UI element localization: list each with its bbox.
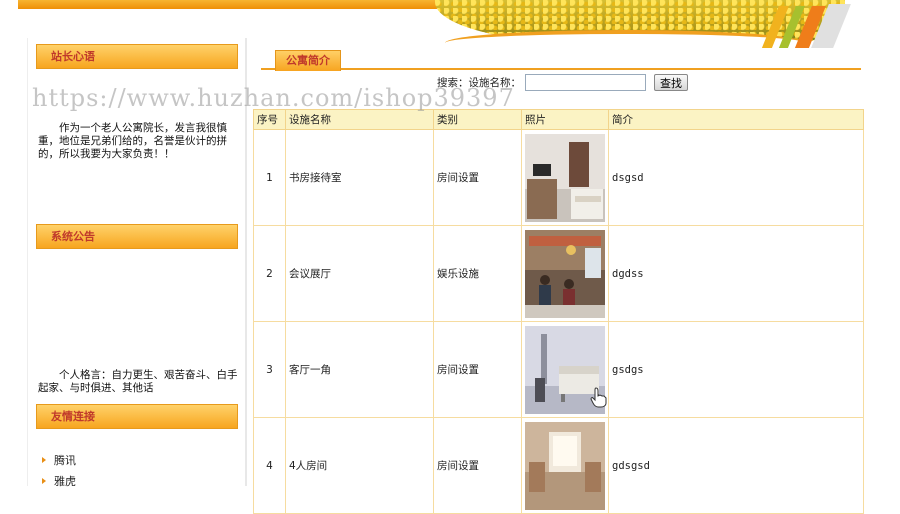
cell-name: 客厅一角 [285,321,434,418]
cell-intro: gdsgsd [608,417,864,514]
cell-name: 书房接待室 [285,129,434,226]
friend-link-tencent[interactable]: 腾讯 [42,450,232,471]
arrow-right-icon [42,457,46,463]
main-content: 公寓简介 搜索：设施名称： 查找 序号 设施名称 类别 照片 简介 1 书房接待… [250,46,864,514]
cell-name: 4人房间 [285,417,434,514]
sidebar-head-notice: 系统公告 [36,224,238,249]
table-header-row: 序号 设施名称 类别 照片 简介 [253,109,864,130]
photo-meeting-hall[interactable] [525,229,605,318]
col-header-photo: 照片 [521,109,609,130]
col-header-no: 序号 [253,109,286,130]
cell-category: 房间设置 [433,417,522,514]
cell-photo [521,417,609,514]
tab-apartment-intro[interactable]: 公寓简介 [275,50,341,71]
link-label: 雅虎 [54,475,76,488]
cell-intro: gsdgs [608,321,864,418]
search-button[interactable]: 查找 [654,73,688,91]
left-sidebar: 站长心语 作为一个老人公寓院长，发言我很慎重，地位是兄弟们给的，名誉是伙计的拼的… [27,38,247,488]
table-row[interactable]: 4 4人房间 房间设置 gdsgsd [253,417,864,514]
col-header-intro: 简介 [608,109,864,130]
search-input[interactable] [525,73,646,91]
cell-category: 房间设置 [433,321,522,418]
cell-no: 2 [253,225,286,322]
friend-link-yahoo[interactable]: 雅虎 [42,471,232,492]
photo-study-room[interactable] [525,133,605,222]
personal-motto: 个人格言：自力更生、艰苦奋斗、白手起家、与时俱进、其他话 [38,369,238,394]
search-bar: 搜索：设施名称： 查找 [437,72,688,92]
banner-stripe [18,0,438,9]
table-row[interactable]: 3 客厅一角 房间设置 gsdgs [253,321,864,418]
director-message: 作为一个老人公寓院长，发言我很慎重，地位是兄弟们给的，名誉是伙计的拼的，所以我要… [38,122,227,160]
photo-four-person-room[interactable] [525,421,605,510]
cell-no: 1 [253,129,286,226]
table-row[interactable]: 2 会议展厅 娱乐设施 dgdss [253,225,864,322]
cell-category: 娱乐设施 [433,225,522,322]
link-label: 腾讯 [54,454,76,467]
arrow-right-icon [42,478,46,484]
sidebar-head-links: 友情连接 [36,404,238,429]
search-label: 搜索：设施名称： [437,76,521,89]
cell-no: 4 [253,417,286,514]
cell-photo [521,225,609,322]
hand-cursor-icon [590,387,607,408]
sidebar-head-message: 站长心语 [36,44,238,69]
tab-underline [261,68,861,70]
cell-no: 3 [253,321,286,418]
cell-intro: dgdss [608,225,864,322]
cell-category: 房间设置 [433,129,522,226]
col-header-name: 设施名称 [285,109,434,130]
cell-photo [521,129,609,226]
cell-intro: dsgsd [608,129,864,226]
cell-name: 会议展厅 [285,225,434,322]
table-row[interactable]: 1 书房接待室 房间设置 dsgsd [253,129,864,226]
col-header-category: 类别 [433,109,522,130]
facility-table: 序号 设施名称 类别 照片 简介 1 书房接待室 房间设置 dsgsd 2 会议… [253,109,864,514]
